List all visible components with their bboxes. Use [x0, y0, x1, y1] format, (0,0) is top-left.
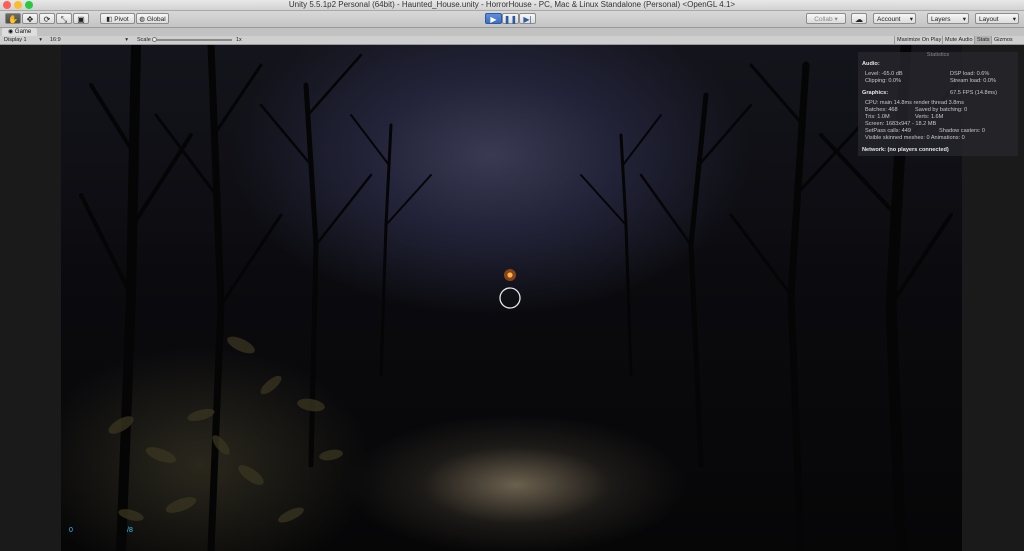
- skinned-meshes: Visible skinned meshes: 0 Animations: 0: [865, 135, 965, 141]
- step-button[interactable]: ▶|: [519, 13, 536, 24]
- pivot-label: Pivot: [114, 16, 129, 23]
- stream-load: Stream load: 0.0%: [950, 78, 997, 84]
- scale-tool-button[interactable]: ⤡: [56, 13, 72, 24]
- display-label: Display 1: [4, 37, 27, 43]
- clipping: Clipping: 0.0%: [865, 78, 902, 84]
- globe-icon: ◍: [139, 16, 147, 23]
- forest-scene-image: [79, 45, 958, 551]
- global-toggle-button[interactable]: ◍ Global: [136, 13, 169, 24]
- audio-level: Level: -65.0 dB: [865, 71, 903, 77]
- hand-tool-button[interactable]: ✋: [5, 13, 21, 24]
- window-titlebar: Unity 5.5.1p2 Personal (64bit) - Haunted…: [0, 0, 1024, 11]
- scale-icon: ⤡: [60, 15, 68, 24]
- saved-by-batching: Saved by batching: 0: [915, 107, 968, 113]
- maximize-on-play-toggle[interactable]: Maximize On Play: [894, 36, 943, 44]
- cloud-button[interactable]: ☁: [851, 13, 867, 24]
- layers-label: Layers: [931, 16, 951, 23]
- graphics-header: Graphics:: [862, 90, 889, 96]
- layout-label: Layout: [979, 16, 999, 23]
- game-view-icon: ◉: [8, 29, 15, 35]
- pause-button[interactable]: ❚❚: [502, 13, 519, 24]
- play-icon: ▶: [490, 15, 497, 24]
- statistics-title: Statistics: [926, 52, 950, 58]
- display-dropdown[interactable]: Display 1 ▾: [4, 36, 44, 44]
- chevron-down-icon: ▾: [832, 16, 838, 23]
- chevron-down-icon: ▾: [1012, 16, 1016, 23]
- collab-dropdown[interactable]: Collab ▾: [806, 13, 846, 24]
- game-viewport[interactable]: 0 /8: [61, 45, 962, 551]
- hud-left-counter: 0: [69, 527, 73, 534]
- dsp-load: DSP load: 0.6%: [950, 71, 990, 77]
- pause-icon: ❚❚: [503, 15, 518, 24]
- collab-label: Collab: [814, 16, 833, 23]
- tris-readout: Tris: 1.0M: [865, 114, 890, 120]
- window-title: Unity 5.5.1p2 Personal (64bit) - Haunted…: [288, 0, 736, 9]
- scale-slider-handle[interactable]: [152, 37, 157, 42]
- statistics-panel: Statistics Audio: Level: -65.0 dB DSP lo…: [858, 52, 1018, 156]
- hud-item-counter: /8: [127, 527, 133, 534]
- gizmos-dropdown[interactable]: Gizmos: [991, 36, 1015, 44]
- step-icon: ▶|: [523, 15, 532, 24]
- cloud-icon: ☁: [855, 15, 863, 24]
- scale-slider[interactable]: [152, 39, 232, 41]
- chevron-down-icon: ▾: [125, 37, 128, 43]
- stats-toggle[interactable]: Stats: [974, 36, 992, 44]
- chevron-down-icon: ▾: [909, 16, 913, 23]
- audio-header: Audio:: [862, 61, 880, 67]
- rotate-tool-button[interactable]: ⟳: [39, 13, 55, 24]
- account-dropdown[interactable]: Account ▾: [873, 13, 916, 24]
- hand-icon: ✋: [8, 15, 18, 24]
- rotate-icon: ⟳: [43, 15, 51, 24]
- layers-dropdown[interactable]: Layers ▾: [927, 13, 969, 24]
- layout-dropdown[interactable]: Layout ▾: [975, 13, 1019, 24]
- network-status: Network: (no players connected): [862, 147, 949, 153]
- chevron-down-icon: ▾: [39, 37, 42, 43]
- screen-readout: Screen: 1683x947 - 18.2 MB: [865, 121, 937, 127]
- rect-icon: ▣: [77, 15, 85, 24]
- account-label: Account: [877, 16, 901, 23]
- cpu-readout: CPU: main 14.8ms render thread 3.8ms: [865, 100, 964, 106]
- pivot-toggle-button[interactable]: ◧ Pivot: [100, 13, 135, 24]
- panel-tab-bar: [0, 28, 1024, 36]
- scale-label: Scale: [137, 37, 151, 43]
- scale-value: 1x: [236, 37, 242, 43]
- chevron-down-icon: ▾: [962, 16, 966, 23]
- rect-tool-button[interactable]: ▣: [73, 13, 89, 24]
- play-button[interactable]: ▶: [485, 13, 502, 24]
- global-label: Global: [146, 16, 166, 23]
- fps-readout: 67.5 FPS (14.8ms): [950, 90, 997, 96]
- crosshair-reticle: [499, 287, 521, 309]
- main-toolbar: ✋ ✥ ⟳ ⤡ ▣ ◧ Pivot ◍ Global ▶ ❚❚ ▶| Colla…: [0, 11, 1024, 28]
- setpass-readout: SetPass calls: 449: [865, 128, 912, 134]
- tab-game-label: Game: [14, 29, 32, 35]
- aspect-dropdown[interactable]: 16:9 ▾: [50, 36, 130, 44]
- batches-readout: Batches: 468: [865, 107, 898, 113]
- shadow-casters: Shadow casters: 0: [939, 128, 986, 134]
- tab-game[interactable]: ◉ Game: [2, 28, 38, 36]
- move-tool-button[interactable]: ✥: [22, 13, 38, 24]
- mute-audio-toggle[interactable]: Mute Audio: [942, 36, 975, 44]
- move-icon: ✥: [26, 15, 34, 24]
- game-view-controls: Display 1 ▾ 16:9 ▾ Scale 1x Maximize On Pl…: [0, 36, 1024, 45]
- aspect-label: 16:9: [50, 37, 61, 43]
- verts-readout: Verts: 1.6M: [915, 114, 944, 120]
